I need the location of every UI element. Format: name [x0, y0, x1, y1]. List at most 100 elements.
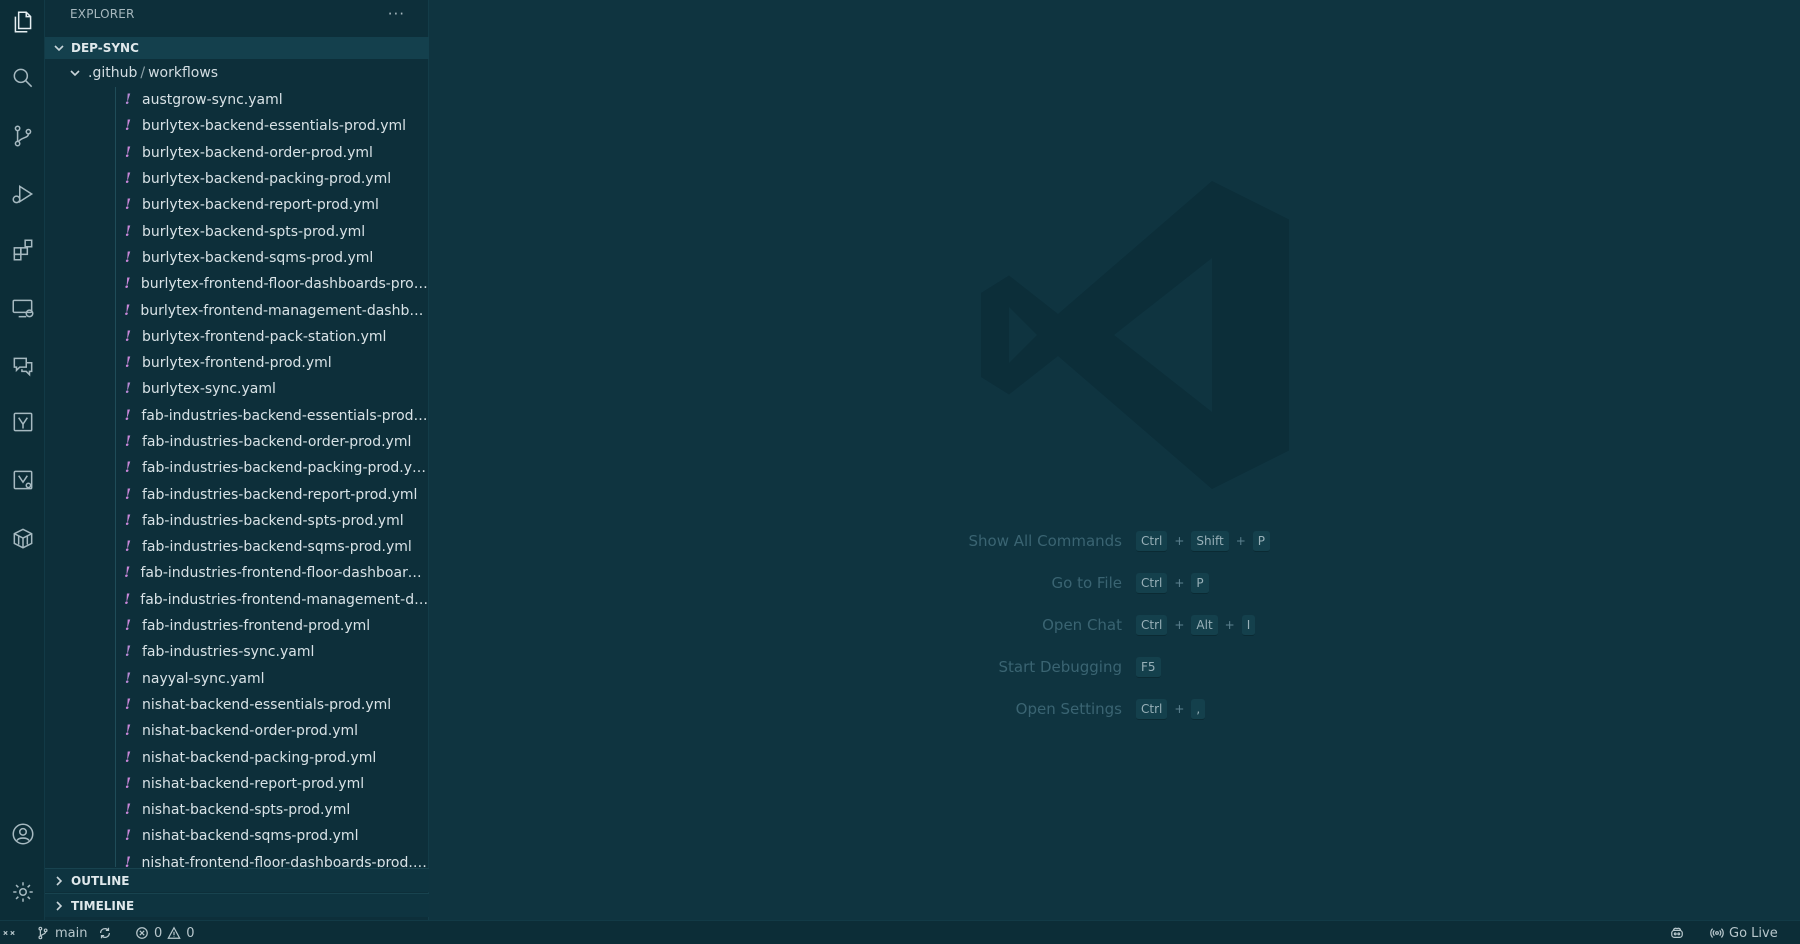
- yaml-file-icon: !: [124, 696, 132, 713]
- copilot-status[interactable]: [1670, 921, 1684, 944]
- yaml-file-icon: !: [124, 618, 132, 635]
- outline-section-header[interactable]: OUTLINE: [45, 868, 429, 892]
- sidebar-title: EXPLORER: [70, 7, 135, 21]
- source-control-icon[interactable]: [0, 114, 45, 158]
- file-item[interactable]: ! nishat-backend-sqms-prod.yml: [45, 823, 429, 849]
- file-item[interactable]: ! fab-industries-backend-sqms-prod.yml: [45, 534, 429, 560]
- path-separator: /: [140, 65, 146, 81]
- vscode-logo-watermark-icon: [981, 181, 1289, 489]
- error-icon: [136, 927, 148, 939]
- keybinding: Ctrl + Alt + I: [1136, 614, 1256, 636]
- file-item[interactable]: ! nishat-backend-spts-prod.yml: [45, 797, 429, 823]
- file-label: nishat-backend-report-prod.yml: [142, 775, 365, 792]
- yaml-file-icon: !: [124, 644, 132, 661]
- outline-label: OUTLINE: [71, 873, 130, 888]
- shortcut-row: Show All Commands Ctrl + Shift + P: [880, 530, 1300, 552]
- file-item[interactable]: ! nishat-backend-packing-prod.yml: [45, 744, 429, 770]
- folder-label-part2: workflows: [148, 65, 219, 81]
- file-item[interactable]: ! nishat-backend-order-prod.yml: [45, 718, 429, 744]
- file-item[interactable]: ! austgrow-sync.yaml: [45, 87, 429, 113]
- containers-icon[interactable]: [0, 516, 45, 560]
- file-item[interactable]: ! fab-industries-sync.yaml: [45, 639, 429, 665]
- yaml-file-icon: !: [124, 171, 132, 188]
- shortcut-label[interactable]: Show All Commands: [880, 532, 1136, 550]
- yaml-file-icon: !: [124, 749, 132, 766]
- file-item[interactable]: ! fab-industries-backend-packing-prod.yml: [45, 455, 429, 481]
- search-icon[interactable]: [0, 56, 45, 100]
- warning-icon: [167, 926, 181, 939]
- file-item[interactable]: ! burlytex-frontend-management-dashboards…: [45, 297, 429, 323]
- sync-button[interactable]: [98, 921, 112, 944]
- azure-devops-icon[interactable]: [0, 458, 45, 502]
- folder-label-part1: .github: [88, 65, 138, 81]
- yaml-file-icon: !: [124, 302, 131, 319]
- file-item[interactable]: ! nayyal-sync.yaml: [45, 666, 429, 692]
- file-item[interactable]: ! fab-industries-backend-essentials-prod.…: [45, 403, 429, 429]
- shortcut-label[interactable]: Open Settings: [880, 700, 1136, 718]
- root-folder-header[interactable]: DEP-SYNC: [45, 37, 429, 59]
- file-item[interactable]: ! fab-industries-frontend-prod.yml: [45, 613, 429, 639]
- file-item[interactable]: ! burlytex-sync.yaml: [45, 376, 429, 402]
- yaml-file-icon: !: [124, 775, 132, 792]
- shortcut-label[interactable]: Start Debugging: [880, 658, 1136, 676]
- file-item[interactable]: ! burlytex-backend-spts-prod.yml: [45, 218, 429, 244]
- file-label: burlytex-backend-sqms-prod.yml: [142, 249, 374, 266]
- key-plus: +: [1174, 618, 1185, 632]
- key-cap: Alt: [1191, 614, 1218, 636]
- file-label: burlytex-backend-report-prod.yml: [142, 197, 379, 214]
- shortcut-row: Start Debugging F5: [880, 656, 1300, 678]
- yaml-file-icon: !: [124, 434, 132, 450]
- file-item[interactable]: ! fab-industries-backend-spts-prod.yml: [45, 508, 429, 534]
- file-item[interactable]: ! fab-industries-frontend-floor-dashboard…: [45, 560, 429, 586]
- file-label: burlytex-backend-order-prod.yml: [142, 144, 373, 161]
- file-item[interactable]: ! burlytex-frontend-floor-dashboards-prod…: [45, 271, 429, 297]
- shortcut-label[interactable]: Open Chat: [880, 616, 1136, 634]
- error-count: 0: [154, 925, 163, 941]
- shortcut-label[interactable]: Go to File: [880, 574, 1136, 592]
- file-label: nishat-backend-spts-prod.yml: [142, 802, 351, 819]
- file-item[interactable]: ! fab-industries-frontend-management-dash…: [45, 587, 429, 613]
- remote-indicator[interactable]: [2, 921, 16, 944]
- key-cap: P: [1252, 530, 1271, 552]
- file-item[interactable]: ! nishat-frontend-floor-dashboards-prod.y…: [45, 850, 429, 867]
- sync-icon: [100, 927, 110, 939]
- file-item[interactable]: ! fab-industries-backend-report-prod.yml: [45, 481, 429, 507]
- file-item[interactable]: ! nishat-backend-essentials-prod.yml: [45, 692, 429, 718]
- status-bar: main 0 0 Go Live: [0, 920, 1800, 944]
- file-item[interactable]: ! burlytex-backend-order-prod.yml: [45, 140, 429, 166]
- account-icon[interactable]: [0, 812, 45, 856]
- extensions-icon[interactable]: [0, 228, 45, 272]
- branch-indicator[interactable]: main: [36, 921, 87, 944]
- file-label: burlytex-backend-essentials-prod.yml: [142, 118, 407, 135]
- file-item[interactable]: ! nishat-backend-report-prod.yml: [45, 771, 429, 797]
- sidebar-header: EXPLORER ···: [45, 0, 429, 28]
- remote-explorer-icon[interactable]: [0, 286, 45, 330]
- file-label: nishat-backend-sqms-prod.yml: [142, 828, 359, 845]
- key-plus: +: [1174, 576, 1185, 590]
- file-item[interactable]: ! burlytex-frontend-pack-station.yml: [45, 324, 429, 350]
- file-item[interactable]: ! burlytex-backend-report-prod.yml: [45, 192, 429, 218]
- run-debug-icon[interactable]: [0, 172, 45, 216]
- go-live-button[interactable]: Go Live: [1710, 921, 1778, 944]
- file-item[interactable]: ! burlytex-backend-packing-prod.yml: [45, 166, 429, 192]
- problems-indicator[interactable]: 0 0: [135, 921, 195, 944]
- explorer-icon[interactable]: [0, 0, 45, 44]
- chat-icon[interactable]: [0, 344, 45, 388]
- settings-gear-icon[interactable]: [0, 870, 45, 914]
- key-plus: +: [1174, 534, 1185, 548]
- folder-github-workflows[interactable]: .github / workflows: [45, 61, 429, 85]
- file-item[interactable]: ! burlytex-backend-sqms-prod.yml: [45, 245, 429, 271]
- file-label: burlytex-backend-spts-prod.yml: [142, 223, 366, 240]
- file-label: nayyal-sync.yaml: [142, 670, 265, 687]
- azure-icon[interactable]: [0, 400, 45, 444]
- file-item[interactable]: ! fab-industries-backend-order-prod.yml: [45, 429, 429, 455]
- key-plus: +: [1174, 702, 1185, 716]
- file-item[interactable]: ! burlytex-frontend-prod.yml: [45, 350, 429, 376]
- file-label: fab-industries-backend-report-prod.yml: [142, 486, 418, 503]
- file-item[interactable]: ! burlytex-backend-essentials-prod.yml: [45, 113, 429, 139]
- chevron-down-icon: [51, 40, 67, 56]
- key-cap: Ctrl: [1136, 530, 1168, 552]
- more-actions-button[interactable]: ···: [388, 5, 405, 23]
- timeline-section-header[interactable]: TIMELINE: [45, 893, 429, 917]
- yaml-file-icon: !: [124, 223, 132, 240]
